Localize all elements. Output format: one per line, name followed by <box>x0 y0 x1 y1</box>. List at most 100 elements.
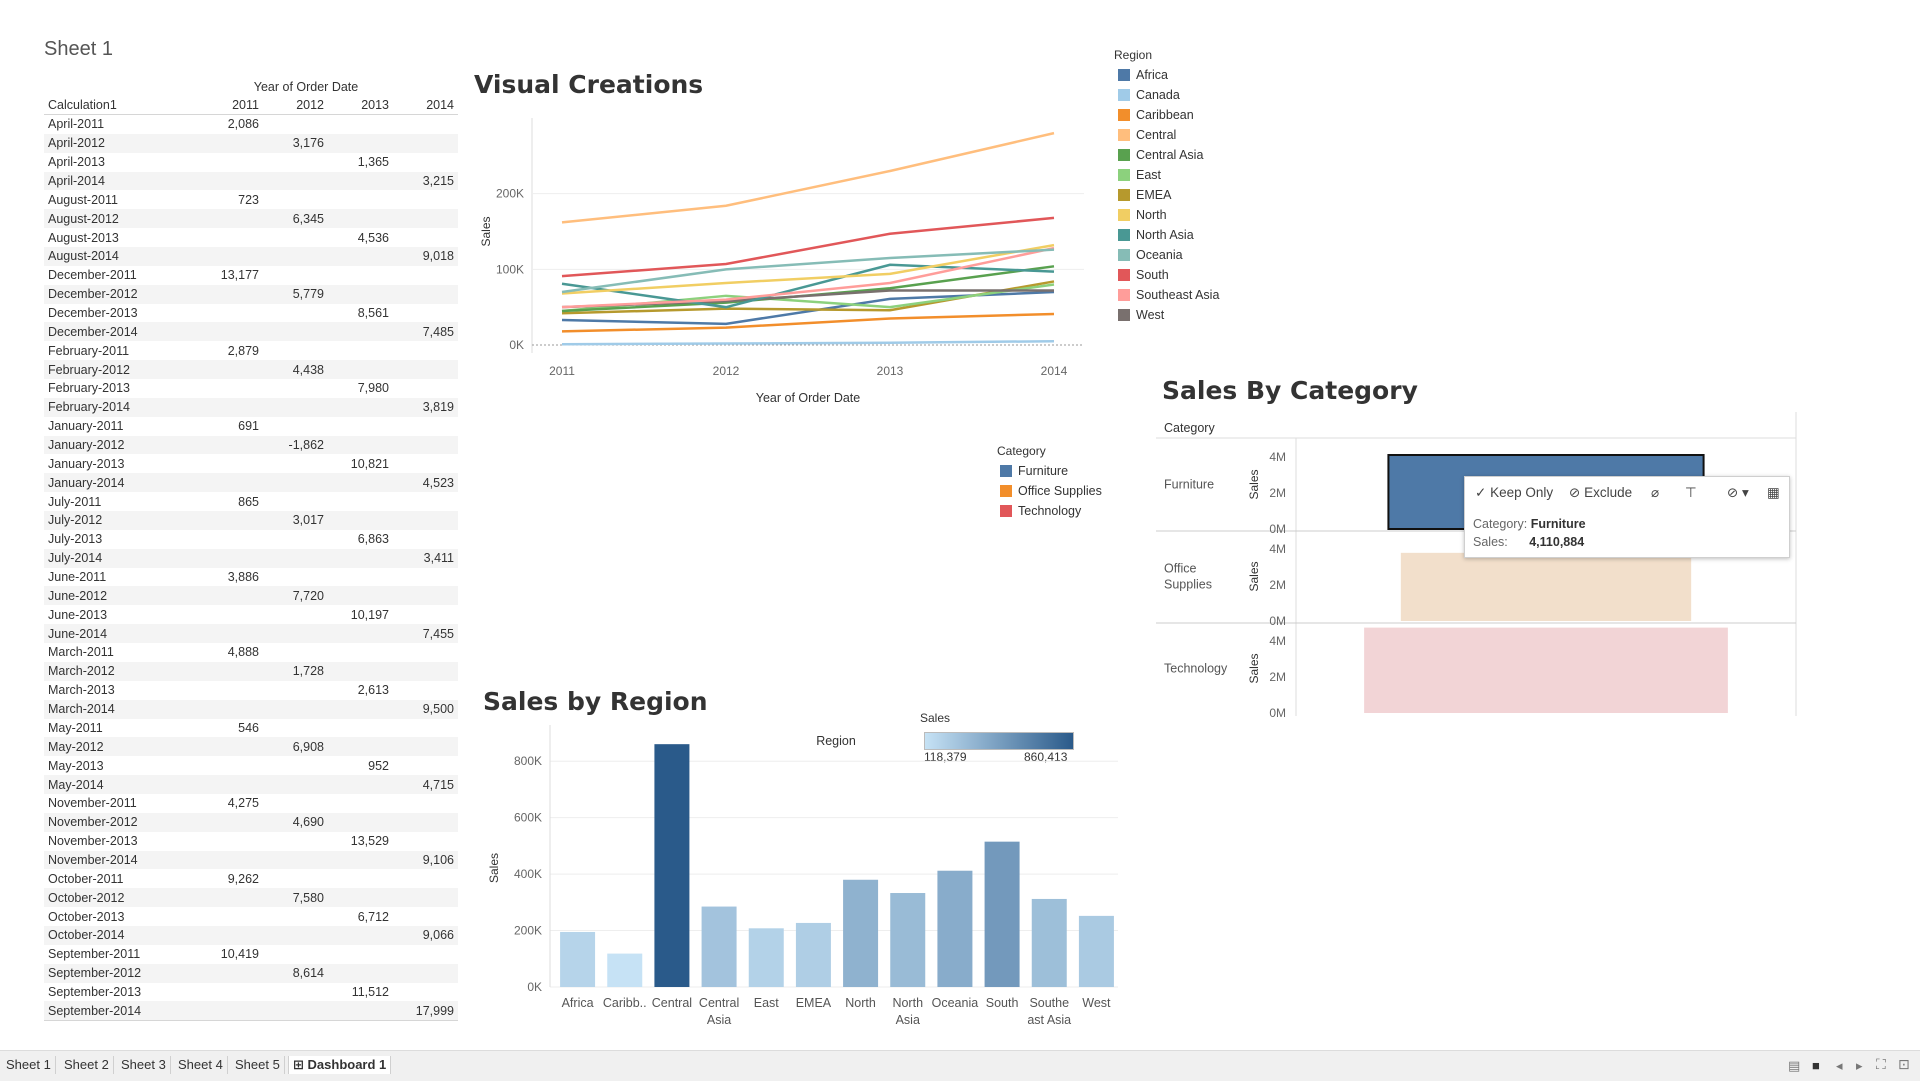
table-cell[interactable]: 8,614 <box>263 963 328 983</box>
table-cell[interactable]: 691 <box>198 417 263 436</box>
row-label[interactable]: September-2012 <box>44 963 198 983</box>
table-cell[interactable]: 9,262 <box>198 869 263 888</box>
row-label[interactable]: November-2012 <box>44 812 198 832</box>
table-cell[interactable]: 7,720 <box>263 586 328 606</box>
table-cell[interactable]: 2,879 <box>198 341 263 360</box>
table-cell[interactable]: 4,690 <box>263 812 328 832</box>
table-cell[interactable]: 2,086 <box>198 115 263 134</box>
table-cell[interactable]: 1,728 <box>263 661 328 681</box>
table-cell[interactable]: 6,712 <box>328 907 393 926</box>
stop-icon[interactable]: ■ <box>1812 1058 1820 1073</box>
year-header[interactable]: 2012 <box>263 96 328 115</box>
tab-dashboard-1[interactable]: ⊞ Dashboard 1 <box>288 1056 392 1074</box>
table-cell[interactable]: 723 <box>198 190 263 209</box>
table-cell[interactable]: 13,529 <box>328 832 393 851</box>
row-label[interactable]: October-2014 <box>44 925 198 945</box>
table-cell[interactable]: 3,215 <box>393 171 458 191</box>
visual-creations-chart[interactable]: 0K 100K 200K 2011 2012 2013 2014 Year of Order … <box>474 110 1114 410</box>
row-label[interactable]: January-2014 <box>44 473 198 493</box>
table-cell[interactable]: 546 <box>198 719 263 738</box>
row-label[interactable]: May-2011 <box>44 719 198 738</box>
row-header[interactable]: Calculation1 <box>44 96 198 115</box>
row-label[interactable]: April-2011 <box>44 115 198 134</box>
region-legend[interactable]: Africa Canada Caribbean Central Central Asia… <box>1118 67 1318 327</box>
tab-sheet-2[interactable]: Sheet 2 <box>60 1056 114 1074</box>
legend-item[interactable]: Caribbean <box>1118 107 1194 123</box>
table-cell[interactable]: 10,419 <box>198 945 263 964</box>
link-icon[interactable]: ⊘ ▾ <box>1727 485 1749 501</box>
row-label[interactable]: June-2013 <box>44 605 198 624</box>
row-label[interactable]: October-2011 <box>44 869 198 888</box>
legend-item[interactable]: East <box>1118 167 1161 183</box>
table-cell[interactable]: -1,862 <box>263 435 328 455</box>
row-label[interactable]: February-2012 <box>44 360 198 380</box>
legend-item[interactable]: Technology <box>1000 503 1081 519</box>
row-label[interactable]: January-2011 <box>44 417 198 436</box>
table-cell[interactable]: 7,580 <box>263 888 328 908</box>
table-cell[interactable]: 1,365 <box>328 153 393 172</box>
table-cell[interactable]: 17,999 <box>393 1001 458 1022</box>
row-label[interactable]: August-2012 <box>44 209 198 229</box>
row-label[interactable]: August-2014 <box>44 247 198 266</box>
row-label[interactable]: March-2012 <box>44 661 198 681</box>
row-label[interactable]: August-2013 <box>44 228 198 247</box>
fullscreen-icon[interactable]: ⛶ <box>1876 1056 1886 1073</box>
row-label[interactable]: April-2013 <box>44 153 198 172</box>
legend-item[interactable]: Oceania <box>1118 247 1183 263</box>
table-cell[interactable]: 3,819 <box>393 397 458 417</box>
row-label[interactable]: February-2013 <box>44 379 198 398</box>
row-label[interactable]: June-2014 <box>44 624 198 644</box>
row-label[interactable]: July-2011 <box>44 492 198 511</box>
keep-only-button[interactable]: ✓ Keep Only <box>1475 485 1553 501</box>
table-cell[interactable]: 13,177 <box>198 266 263 285</box>
year-header[interactable]: 2011 <box>198 96 263 115</box>
row-label[interactable]: May-2013 <box>44 756 198 775</box>
legend-item[interactable]: Furniture <box>1000 463 1068 479</box>
table-cell[interactable]: 2,613 <box>328 681 393 700</box>
legend-item[interactable]: South <box>1118 267 1169 283</box>
row-label[interactable]: June-2012 <box>44 586 198 606</box>
row-label[interactable]: December-2014 <box>44 322 198 342</box>
legend-item[interactable]: North Asia <box>1118 227 1194 243</box>
row-label[interactable]: October-2013 <box>44 907 198 926</box>
present-icon[interactable]: ⊡ <box>1898 1056 1910 1073</box>
row-label[interactable]: May-2012 <box>44 737 198 757</box>
table-cell[interactable]: 4,888 <box>198 643 263 662</box>
prev-icon[interactable]: ◂ <box>1836 1058 1843 1074</box>
row-label[interactable]: August-2011 <box>44 190 198 209</box>
row-label[interactable]: November-2013 <box>44 832 198 851</box>
table-cell[interactable]: 6,345 <box>263 209 328 229</box>
row-label[interactable]: September-2014 <box>44 1001 198 1022</box>
table-cell[interactable]: 6,863 <box>328 530 393 549</box>
row-label[interactable]: May-2014 <box>44 775 198 794</box>
row-label[interactable]: June-2011 <box>44 568 198 587</box>
table-cell[interactable]: 9,106 <box>393 850 458 870</box>
legend-item[interactable]: Office Supplies <box>1000 483 1102 499</box>
next-icon[interactable]: ▸ <box>1856 1058 1863 1074</box>
table-cell[interactable]: 10,821 <box>328 454 393 473</box>
sales-by-region-chart[interactable]: 0K 200K 400K 600K 800K Sales Region Africa Carib… <box>480 725 1120 1025</box>
row-label[interactable]: April-2012 <box>44 133 198 153</box>
table-cell[interactable]: 6,908 <box>263 737 328 757</box>
row-label[interactable]: November-2014 <box>44 850 198 870</box>
table-cell[interactable]: 952 <box>328 756 393 775</box>
legend-item[interactable]: Southeast Asia <box>1118 287 1219 303</box>
row-label[interactable]: January-2013 <box>44 454 198 473</box>
tab-sheet-1[interactable]: Sheet 1 <box>2 1056 56 1074</box>
year-header[interactable]: 2013 <box>328 96 393 115</box>
table-cell[interactable]: 4,275 <box>198 794 263 813</box>
table-cell[interactable]: 10,197 <box>328 605 393 624</box>
row-label[interactable]: July-2013 <box>44 530 198 549</box>
row-label[interactable]: March-2014 <box>44 699 198 719</box>
row-label[interactable]: December-2011 <box>44 266 198 285</box>
row-label[interactable]: March-2013 <box>44 681 198 700</box>
table-cell[interactable]: 3,886 <box>198 568 263 587</box>
table-cell[interactable]: 3,017 <box>263 511 328 530</box>
tab-sheet-5[interactable]: Sheet 5 <box>231 1056 285 1074</box>
table-cell[interactable]: 9,500 <box>393 699 458 719</box>
table-cell[interactable]: 3,176 <box>263 133 328 153</box>
row-label[interactable]: March-2011 <box>44 643 198 662</box>
legend-item[interactable]: Canada <box>1118 87 1180 103</box>
exclude-button[interactable]: ⊘ Exclude <box>1569 485 1632 501</box>
row-label[interactable]: December-2012 <box>44 284 198 304</box>
